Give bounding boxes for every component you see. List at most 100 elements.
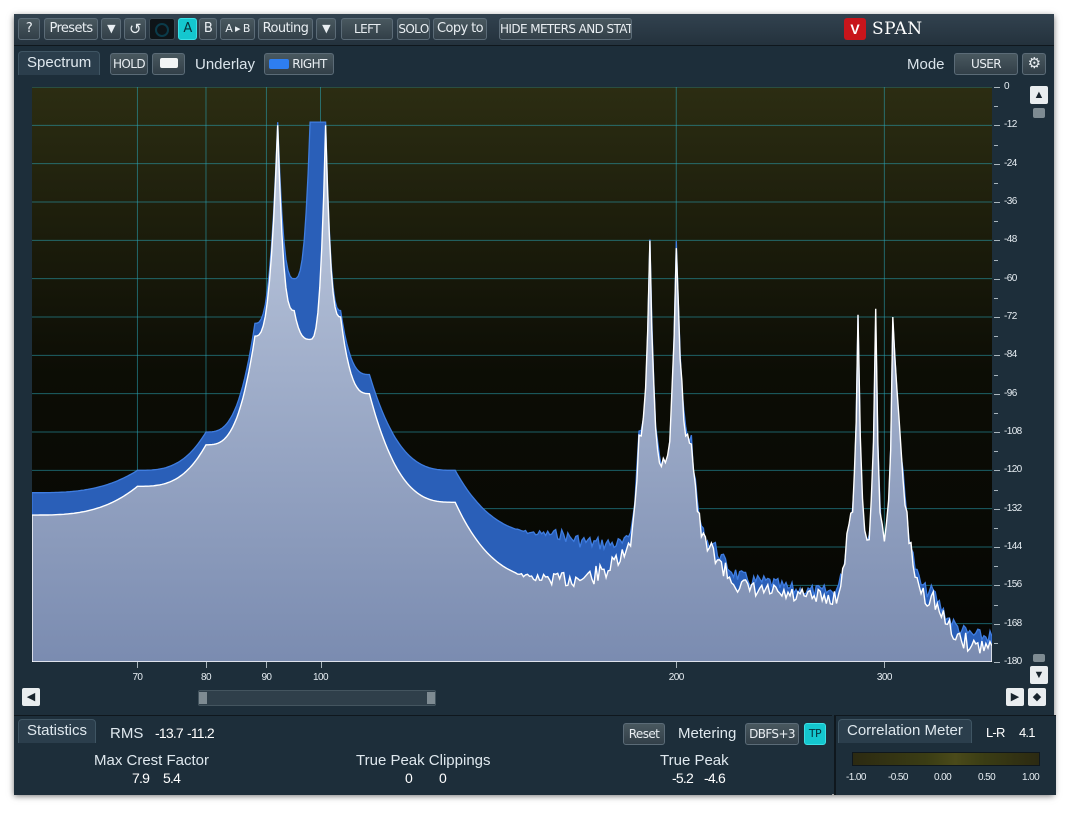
- state-a-button[interactable]: A: [178, 18, 197, 40]
- y-tick-mark: [994, 547, 1000, 548]
- toolbar: ? Presets ▼ ↺ A B A ▸ B Routing ▼ LEFT S…: [14, 14, 1054, 46]
- span-plugin-window: ? Presets ▼ ↺ A B A ▸ B Routing ▼ LEFT S…: [14, 14, 1056, 795]
- y-tick-mark: [994, 432, 1000, 433]
- horizontal-scroll-thumb[interactable]: [198, 690, 436, 706]
- copy-to-button[interactable]: Copy to: [433, 18, 487, 40]
- tab-statistics[interactable]: Statistics: [18, 719, 97, 743]
- state-b-button[interactable]: B: [199, 18, 217, 40]
- y-minor-tick: [994, 106, 998, 108]
- vertical-scrollbar[interactable]: ▲ ▼: [1030, 86, 1050, 684]
- y-tick-label: -120: [1004, 464, 1022, 476]
- y-minor-tick: [994, 527, 998, 529]
- routing-dropdown-button[interactable]: ▼: [316, 18, 336, 40]
- x-tick-label: 90: [261, 672, 272, 683]
- x-tick-mark: [884, 662, 886, 668]
- y-tick-label: 0: [1004, 81, 1010, 92]
- y-minor-tick: [994, 451, 998, 453]
- solo-button[interactable]: SOLO: [397, 18, 430, 40]
- y-tick-label: -132: [1004, 502, 1022, 514]
- clippings-right-value: 0: [439, 770, 447, 786]
- settings-button[interactable]: ⚙: [1022, 53, 1046, 75]
- tab-correlation-meter[interactable]: Correlation Meter: [838, 719, 972, 743]
- y-tick-mark: [994, 240, 1000, 242]
- reset-button[interactable]: Reset: [623, 723, 665, 745]
- y-minor-tick: [994, 297, 998, 299]
- true-peak-right-value: -4.6: [704, 770, 726, 786]
- y-minor-tick: [994, 566, 998, 568]
- scroll-thumb-bottom[interactable]: [1033, 654, 1045, 662]
- blue-swatch: [269, 59, 289, 69]
- correlation-scale-label: 0.00: [934, 772, 952, 783]
- copy-a-to-b-button[interactable]: A ▸ B: [220, 18, 255, 40]
- rms-label: RMS: [110, 725, 144, 742]
- y-tick-label: -12: [1004, 119, 1017, 131]
- spectrum-svg[interactable]: [32, 87, 992, 662]
- y-tick-mark: [994, 623, 1000, 625]
- spectrum-plot[interactable]: [32, 87, 992, 662]
- underlay-value: RIGHT: [292, 57, 327, 71]
- y-minor-tick: [994, 374, 998, 376]
- x-tick-label: 80: [201, 672, 212, 683]
- hide-meters-button[interactable]: HIDE METERS AND STATS: [499, 18, 632, 40]
- scroll-down-button[interactable]: ▼: [1030, 666, 1048, 684]
- tab-spectrum[interactable]: Spectrum: [18, 51, 101, 75]
- y-tick-label: -108: [1004, 426, 1022, 437]
- power-icon: [155, 23, 169, 37]
- y-tick-mark: [994, 470, 1000, 472]
- y-minor-tick: [994, 221, 998, 223]
- true-peak-label: True Peak: [660, 752, 729, 769]
- correlation-scale-label: 0.50: [978, 772, 996, 783]
- bypass-button[interactable]: [149, 18, 175, 40]
- scroll-left-button[interactable]: ◀: [22, 688, 40, 706]
- y-tick-mark: [994, 662, 1000, 663]
- mode-dropdown[interactable]: USER: [954, 53, 1018, 75]
- thumb-left-handle[interactable]: [199, 692, 207, 704]
- scroll-right-button[interactable]: ▶: [1006, 688, 1024, 706]
- crest-right-value: 5.4: [163, 770, 181, 786]
- mode-label: Mode: [907, 56, 945, 73]
- spectrum-header: Spectrum HOLD Underlay RIGHT Mode USER ⚙: [14, 46, 1054, 78]
- left-channel-button[interactable]: LEFT: [341, 18, 393, 40]
- reset-undo-button[interactable]: ↺: [124, 18, 146, 40]
- clippings-left-value: 0: [405, 770, 413, 786]
- y-tick-label: -72: [1004, 311, 1017, 322]
- hold-button[interactable]: HOLD: [110, 53, 148, 75]
- x-tick-label: 100: [313, 672, 328, 683]
- underlay-button[interactable]: RIGHT: [264, 53, 334, 75]
- x-tick-label: 70: [132, 672, 143, 683]
- true-peak-left-value: -5.2: [672, 770, 694, 786]
- reset-zoom-button[interactable]: ◆: [1028, 688, 1046, 706]
- y-tick-label: -60: [1004, 272, 1017, 284]
- rms-left-value: -13.7: [155, 725, 184, 741]
- y-tick-mark: [994, 355, 1000, 357]
- underlay-label: Underlay: [195, 56, 256, 73]
- chevron-down-icon: ▼: [107, 22, 115, 35]
- y-tick-label: -24: [1004, 157, 1017, 169]
- crest-left-value: 7.9: [132, 770, 150, 786]
- y-tick-mark: [994, 202, 1000, 203]
- y-tick-label: -144: [1004, 541, 1022, 552]
- hold-color-swatch[interactable]: [152, 53, 185, 75]
- y-minor-tick: [994, 642, 998, 644]
- help-button[interactable]: ?: [18, 18, 40, 40]
- y-tick-mark: [994, 508, 1000, 510]
- y-tick-label: -180: [1004, 656, 1022, 667]
- scroll-thumb-top[interactable]: [1033, 108, 1045, 118]
- presets-button[interactable]: Presets: [44, 18, 98, 40]
- scroll-up-button[interactable]: ▲: [1030, 86, 1048, 104]
- crest-factor-label: Max Crest Factor: [94, 752, 210, 769]
- x-tick-label: 200: [668, 672, 684, 683]
- horizontal-scrollbar[interactable]: ◀ ▶ ◆: [22, 686, 1052, 708]
- y-minor-tick: [994, 182, 998, 184]
- routing-button[interactable]: Routing: [258, 18, 313, 40]
- x-tick-mark: [266, 662, 268, 668]
- correlation-scale-label: -0.50: [888, 772, 908, 783]
- correlation-meter-bar: [852, 752, 1040, 766]
- metering-dropdown[interactable]: DBFS+3: [745, 723, 799, 745]
- x-tick-mark: [676, 662, 678, 668]
- white-swatch: [159, 58, 178, 68]
- y-axis: 0 -12 -24 -36 -48 -60 -72 -84 -96 -108 -120 -132 -14…: [992, 81, 1028, 667]
- thumb-right-handle[interactable]: [427, 692, 435, 704]
- presets-dropdown-button[interactable]: ▼: [101, 18, 121, 40]
- true-peak-toggle[interactable]: TP: [804, 723, 826, 745]
